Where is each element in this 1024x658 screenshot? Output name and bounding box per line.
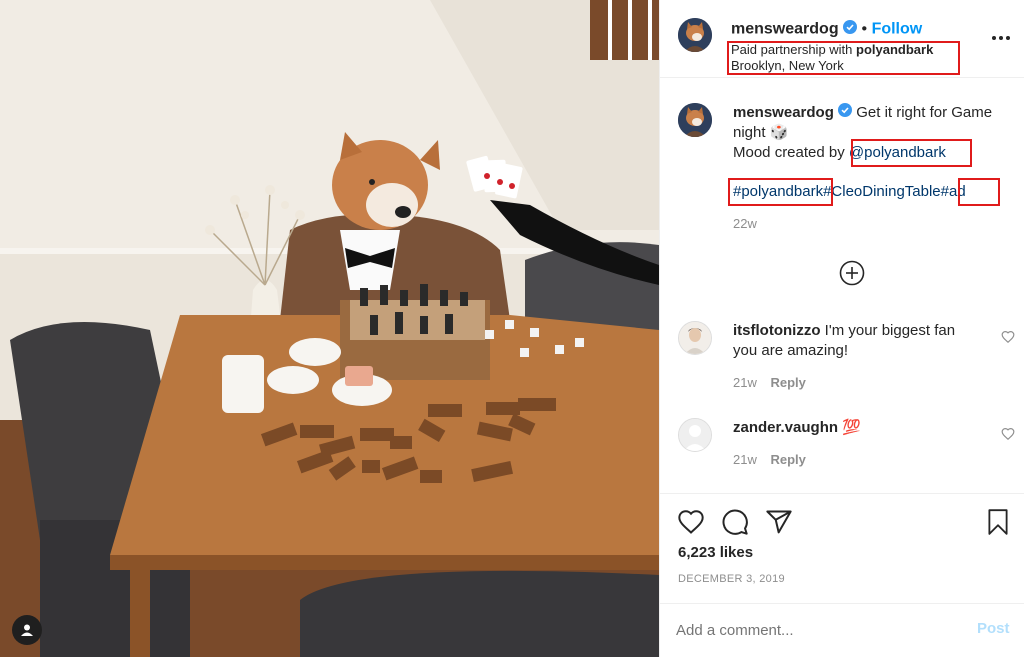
commenter-avatar[interactable] <box>678 418 712 452</box>
like-button[interactable] <box>677 508 705 536</box>
reply-button[interactable]: Reply <box>770 452 805 467</box>
person-icon <box>21 624 33 636</box>
caption-username[interactable]: mensweardog <box>733 104 834 121</box>
commenter-avatar[interactable] <box>678 321 712 355</box>
tagged-users-button[interactable] <box>12 615 42 645</box>
author-username[interactable]: mensweardog <box>731 21 839 38</box>
dog-avatar-image <box>678 18 712 52</box>
comment-input[interactable] <box>676 619 956 641</box>
more-horizontal-icon <box>992 36 1010 40</box>
follow-button[interactable]: Follow <box>872 21 923 38</box>
caption-avatar[interactable] <box>678 103 712 137</box>
comment-username[interactable]: zander.vaughn <box>733 419 838 436</box>
post-header: mensweardog • Follow Paid partnership wi… <box>660 0 1024 78</box>
comment-age[interactable]: 21w <box>733 452 757 467</box>
comment-icon <box>722 509 748 535</box>
verified-badge-icon <box>843 20 858 39</box>
plus-circle-icon <box>839 260 865 286</box>
caption-line2: night 🎲 <box>733 124 789 141</box>
post-side-panel: mensweardog • Follow Paid partnership wi… <box>659 0 1024 657</box>
post-comment-button[interactable]: Post <box>977 620 1010 637</box>
post-image <box>0 0 659 657</box>
like-comment-button[interactable] <box>1001 330 1015 344</box>
comment-text-line1: 💯 <box>842 419 861 436</box>
heart-icon <box>678 510 704 534</box>
highlight-box-mention <box>851 139 972 167</box>
person-avatar-image <box>679 322 711 354</box>
comment-age[interactable]: 21w <box>733 375 757 390</box>
share-icon <box>766 510 792 534</box>
comment-text-line2: you are amazing! <box>733 342 849 359</box>
share-button[interactable] <box>765 508 793 536</box>
caption-line1: Get it right for Game <box>856 104 993 121</box>
likes-count[interactable]: 6,223 likes <box>678 544 753 561</box>
author-avatar[interactable] <box>678 18 712 52</box>
comment-form: Post <box>660 603 1024 658</box>
post-photo[interactable] <box>0 0 659 657</box>
post-date[interactable]: DECEMBER 3, 2019 <box>678 573 785 585</box>
dog-avatar-image <box>678 103 712 137</box>
default-avatar-icon <box>679 419 711 451</box>
comment-text-line1: I'm your biggest fan <box>824 322 956 339</box>
reply-button[interactable]: Reply <box>770 375 805 390</box>
heart-icon <box>1001 331 1015 344</box>
load-more-comments-button[interactable] <box>839 260 865 286</box>
caption-age[interactable]: 22w <box>733 216 757 231</box>
more-options-button[interactable] <box>991 31 1011 45</box>
header-separator: • <box>861 20 868 38</box>
highlight-box-partnership <box>727 41 960 75</box>
heart-icon <box>1001 428 1015 441</box>
comment-button[interactable] <box>721 508 749 536</box>
caption-mood-prefix: Mood created by <box>733 144 845 161</box>
bookmark-icon <box>988 509 1008 535</box>
verified-badge-icon <box>838 103 853 123</box>
post-actions: 6,223 likes DECEMBER 3, 2019 <box>660 493 1024 604</box>
like-comment-button[interactable] <box>1001 427 1015 441</box>
highlight-box-hashtag-polyandbark <box>728 178 833 206</box>
comment-username[interactable]: itsflotonizzo <box>733 322 820 339</box>
hashtag-cleodiningtable[interactable]: #CleoDiningTable <box>823 183 941 200</box>
highlight-box-hashtag-ad <box>958 178 1000 206</box>
save-button[interactable] <box>985 508 1011 536</box>
